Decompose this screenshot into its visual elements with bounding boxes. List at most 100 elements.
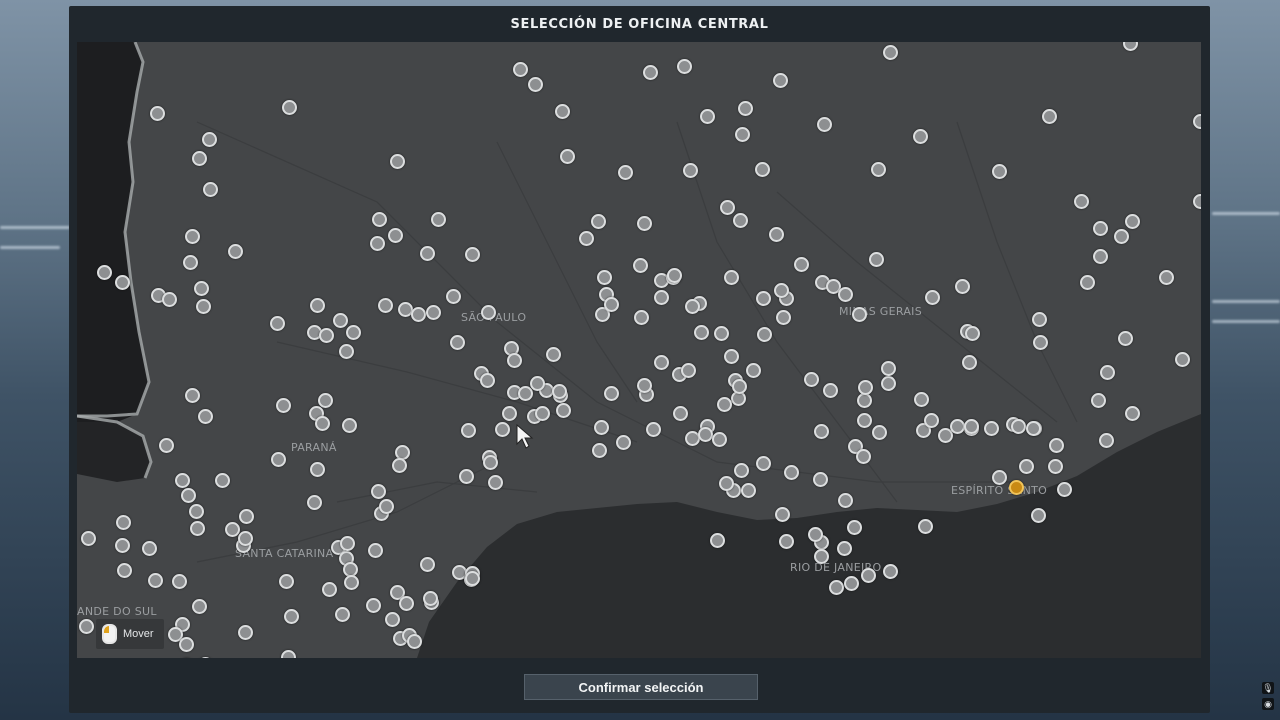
city-marker[interactable] bbox=[776, 310, 791, 325]
city-marker[interactable] bbox=[1019, 459, 1034, 474]
city-marker[interactable] bbox=[654, 290, 669, 305]
city-marker[interactable] bbox=[97, 265, 112, 280]
city-marker[interactable] bbox=[712, 432, 727, 447]
city-marker[interactable] bbox=[203, 182, 218, 197]
city-marker[interactable] bbox=[756, 456, 771, 471]
city-marker[interactable] bbox=[733, 213, 748, 228]
city-marker[interactable] bbox=[755, 162, 770, 177]
city-marker[interactable] bbox=[215, 473, 230, 488]
city-marker[interactable] bbox=[385, 612, 400, 627]
city-marker[interactable] bbox=[883, 45, 898, 60]
city-marker[interactable] bbox=[881, 376, 896, 391]
city-marker[interactable] bbox=[992, 470, 1007, 485]
city-marker[interactable] bbox=[756, 291, 771, 306]
city-marker[interactable] bbox=[189, 504, 204, 519]
city-marker[interactable] bbox=[1031, 508, 1046, 523]
city-marker[interactable] bbox=[310, 462, 325, 477]
city-marker[interactable] bbox=[150, 106, 165, 121]
city-marker[interactable] bbox=[667, 268, 682, 283]
city-marker[interactable] bbox=[1118, 331, 1133, 346]
city-marker-selected[interactable] bbox=[1009, 480, 1024, 495]
city-marker[interactable] bbox=[238, 531, 253, 546]
city-marker[interactable] bbox=[399, 596, 414, 611]
city-marker[interactable] bbox=[1175, 352, 1190, 367]
city-marker[interactable] bbox=[814, 549, 829, 564]
city-marker[interactable] bbox=[883, 564, 898, 579]
city-marker[interactable] bbox=[388, 228, 403, 243]
city-marker[interactable] bbox=[480, 373, 495, 388]
city-marker[interactable] bbox=[495, 422, 510, 437]
city-marker[interactable] bbox=[459, 469, 474, 484]
city-marker[interactable] bbox=[1193, 114, 1201, 129]
city-marker[interactable] bbox=[183, 255, 198, 270]
city-marker[interactable] bbox=[579, 231, 594, 246]
city-marker[interactable] bbox=[837, 541, 852, 556]
city-marker[interactable] bbox=[858, 380, 873, 395]
city-marker[interactable] bbox=[698, 427, 713, 442]
city-marker[interactable] bbox=[310, 298, 325, 313]
city-marker[interactable] bbox=[856, 449, 871, 464]
city-marker[interactable] bbox=[714, 326, 729, 341]
city-marker[interactable] bbox=[757, 327, 772, 342]
city-marker[interactable] bbox=[965, 326, 980, 341]
city-marker[interactable] bbox=[1193, 194, 1201, 209]
city-marker[interactable] bbox=[340, 536, 355, 551]
city-marker[interactable] bbox=[392, 458, 407, 473]
city-marker[interactable] bbox=[271, 452, 286, 467]
city-marker[interactable] bbox=[746, 363, 761, 378]
city-marker[interactable] bbox=[555, 104, 570, 119]
city-marker[interactable] bbox=[1033, 335, 1048, 350]
city-marker[interactable] bbox=[914, 392, 929, 407]
city-marker[interactable] bbox=[142, 541, 157, 556]
city-marker[interactable] bbox=[784, 465, 799, 480]
city-marker[interactable] bbox=[148, 573, 163, 588]
city-marker[interactable] bbox=[368, 543, 383, 558]
city-marker[interactable] bbox=[228, 244, 243, 259]
city-marker[interactable] bbox=[339, 344, 354, 359]
city-marker[interactable] bbox=[282, 100, 297, 115]
city-marker[interactable] bbox=[202, 132, 217, 147]
city-marker[interactable] bbox=[390, 154, 405, 169]
city-marker[interactable] bbox=[1091, 393, 1106, 408]
city-marker[interactable] bbox=[719, 476, 734, 491]
city-marker[interactable] bbox=[724, 349, 739, 364]
city-marker[interactable] bbox=[116, 515, 131, 530]
city-marker[interactable] bbox=[637, 378, 652, 393]
city-marker[interactable] bbox=[556, 403, 571, 418]
city-marker[interactable] bbox=[992, 164, 1007, 179]
city-marker[interactable] bbox=[335, 607, 350, 622]
city-marker[interactable] bbox=[683, 163, 698, 178]
city-marker[interactable] bbox=[591, 214, 606, 229]
microphone-icon[interactable]: 🎙 bbox=[1262, 682, 1274, 694]
city-marker[interactable] bbox=[465, 571, 480, 586]
city-marker[interactable] bbox=[185, 229, 200, 244]
city-marker[interactable] bbox=[1057, 482, 1072, 497]
city-marker[interactable] bbox=[322, 582, 337, 597]
city-marker[interactable] bbox=[159, 438, 174, 453]
city-marker[interactable] bbox=[1125, 406, 1140, 421]
city-marker[interactable] bbox=[238, 625, 253, 640]
city-marker[interactable] bbox=[618, 165, 633, 180]
city-marker[interactable] bbox=[738, 101, 753, 116]
city-marker[interactable] bbox=[162, 292, 177, 307]
city-marker[interactable] bbox=[342, 418, 357, 433]
city-marker[interactable] bbox=[925, 290, 940, 305]
city-marker[interactable] bbox=[117, 563, 132, 578]
city-marker[interactable] bbox=[446, 289, 461, 304]
city-marker[interactable] bbox=[1159, 270, 1174, 285]
city-marker[interactable] bbox=[857, 413, 872, 428]
city-marker[interactable] bbox=[838, 287, 853, 302]
city-marker[interactable] bbox=[431, 212, 446, 227]
city-marker[interactable] bbox=[488, 475, 503, 490]
city-marker[interactable] bbox=[1114, 229, 1129, 244]
city-marker[interactable] bbox=[1099, 433, 1114, 448]
city-marker[interactable] bbox=[420, 557, 435, 572]
city-marker[interactable] bbox=[1093, 249, 1108, 264]
city-marker[interactable] bbox=[643, 65, 658, 80]
city-marker[interactable] bbox=[483, 455, 498, 470]
city-marker[interactable] bbox=[604, 386, 619, 401]
city-marker[interactable] bbox=[984, 421, 999, 436]
city-marker[interactable] bbox=[872, 425, 887, 440]
city-marker[interactable] bbox=[847, 520, 862, 535]
city-marker[interactable] bbox=[597, 270, 612, 285]
